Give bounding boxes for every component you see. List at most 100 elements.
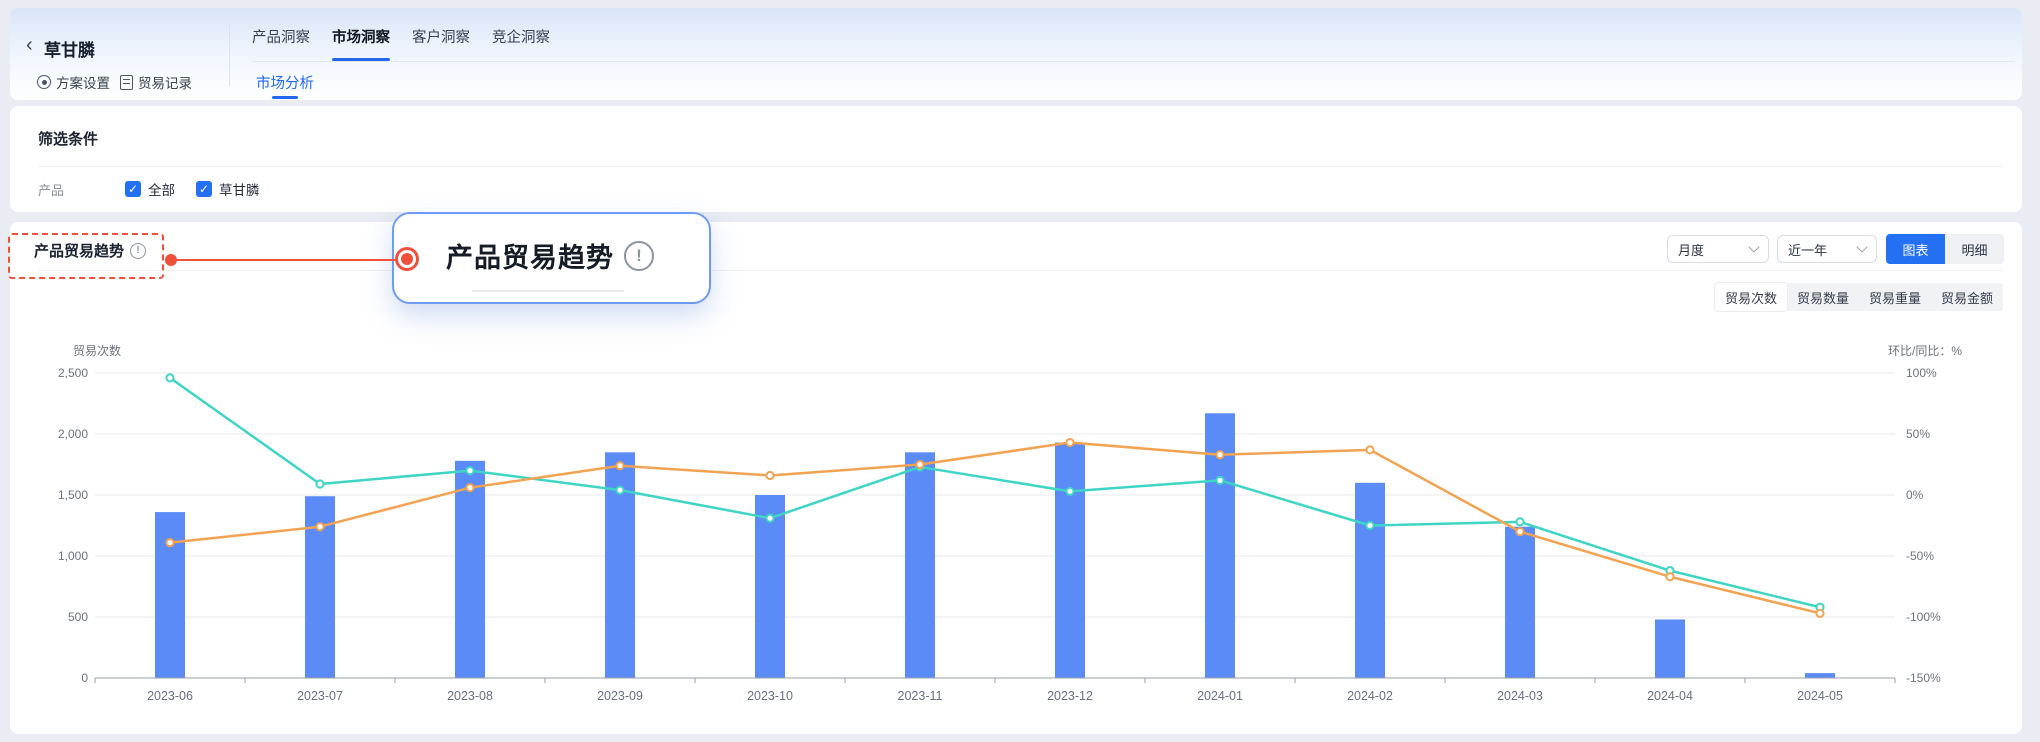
header-card: ‹ 草甘膦 方案设置 贸易记录 产品洞察市场洞察客户洞察竞企洞察 市场分析 (10, 8, 2022, 100)
line-orange-point[interactable] (1066, 439, 1073, 446)
back-icon[interactable]: ‹ (26, 34, 33, 57)
line-orange-point[interactable] (166, 539, 173, 546)
line-teal-point[interactable] (316, 480, 323, 487)
section-divider (38, 270, 2004, 271)
view-button-图表[interactable]: 图表 (1886, 234, 1945, 264)
tab-客户洞察[interactable]: 客户洞察 (412, 26, 470, 61)
right-axis-tick: 100% (1906, 366, 1937, 380)
top-tabs: 产品洞察市场洞察客户洞察竞企洞察 (252, 26, 550, 61)
x-axis-label: 2023-08 (447, 689, 493, 703)
header-action-label: 贸易记录 (138, 72, 192, 92)
metric-tabs: 贸易次数贸易数量贸易重量贸易金额 (1715, 283, 2003, 311)
period-select-value: 月度 (1678, 240, 1704, 259)
line-teal-point[interactable] (1216, 477, 1223, 484)
tab-market-analysis[interactable]: 市场分析 (256, 72, 314, 93)
left-axis-tick: 1,500 (58, 488, 88, 502)
line-teal-point[interactable] (1516, 518, 1523, 525)
tab-divider (252, 61, 2014, 62)
right-axis-title: 环比/同比：% (1888, 344, 1962, 358)
view-button-明细[interactable]: 明细 (1945, 234, 2004, 264)
line-orange-point[interactable] (916, 461, 923, 468)
target-icon (37, 75, 51, 89)
tab-市场洞察[interactable]: 市场洞察 (332, 26, 390, 61)
metric-tab-贸易数量[interactable]: 贸易数量 (1787, 283, 1859, 311)
header-action-贸易记录[interactable]: 贸易记录 (120, 72, 192, 92)
bar-2023-08[interactable] (455, 461, 485, 678)
x-axis-label: 2023-09 (597, 689, 643, 703)
page-title: 草甘膦 (44, 36, 95, 61)
line-orange-point[interactable] (466, 484, 473, 491)
bar-2024-05[interactable] (1805, 673, 1835, 678)
metric-tab-贸易重量[interactable]: 贸易重量 (1859, 283, 1931, 311)
left-axis-tick: 1,000 (58, 549, 88, 563)
document-icon (120, 75, 133, 90)
filter-card: 筛选条件 产品 ✓全部✓草甘膦 (10, 106, 2022, 212)
tab-产品洞察[interactable]: 产品洞察 (252, 26, 310, 61)
callout-info-icon: ! (624, 241, 654, 271)
line-orange-point[interactable] (316, 523, 323, 530)
line-orange-point[interactable] (766, 472, 773, 479)
range-select-value: 近一年 (1788, 240, 1827, 259)
bar-2024-03[interactable] (1505, 527, 1535, 678)
header-action-方案设置[interactable]: 方案设置 (37, 72, 110, 92)
filter-row: 产品 ✓全部✓草甘膦 (38, 179, 281, 199)
x-axis-label: 2023-12 (1047, 689, 1093, 703)
x-axis-label: 2024-02 (1347, 689, 1393, 703)
checkbox-label: 全部 (148, 179, 175, 199)
line-orange-point[interactable] (616, 462, 623, 469)
header-action-label: 方案设置 (56, 72, 110, 92)
line-teal-point[interactable] (466, 467, 473, 474)
right-axis-tick: 50% (1906, 427, 1930, 441)
x-axis-label: 2024-04 (1647, 689, 1693, 703)
metric-tab-贸易次数[interactable]: 贸易次数 (1715, 283, 1787, 311)
line-orange-point[interactable] (1216, 451, 1223, 458)
right-axis-tick: 0% (1906, 488, 1924, 502)
view-toggle: 图表明细 (1886, 234, 2004, 264)
line-orange-point[interactable] (1516, 528, 1523, 535)
x-axis-label: 2023-06 (147, 689, 193, 703)
x-axis-label: 2024-03 (1497, 689, 1543, 703)
line-teal-point[interactable] (1066, 488, 1073, 495)
annotation-dot (165, 254, 177, 266)
x-axis-label: 2023-07 (297, 689, 343, 703)
x-axis-label: 2024-01 (1197, 689, 1243, 703)
right-axis-tick: -50% (1906, 549, 1934, 563)
right-axis-tick: -150% (1906, 671, 1941, 685)
callout-title: 产品贸易趋势 (446, 236, 614, 275)
checkbox-草甘膦[interactable]: ✓草甘膦 (196, 179, 260, 199)
metric-tab-贸易金额[interactable]: 贸易金额 (1931, 283, 2003, 311)
line-orange-point[interactable] (1666, 573, 1673, 580)
page: ‹ 草甘膦 方案设置 贸易记录 产品洞察市场洞察客户洞察竞企洞察 市场分析 筛选条… (0, 0, 2040, 742)
line-teal[interactable] (170, 378, 1820, 607)
filter-options: ✓全部✓草甘膦 (125, 179, 281, 199)
bar-2023-12[interactable] (1055, 443, 1085, 678)
annotation-callout: 产品贸易趋势 ! (392, 212, 711, 304)
filter-field-label: 产品 (38, 180, 125, 199)
checkbox-check-icon: ✓ (196, 181, 212, 197)
bar-2024-04[interactable] (1655, 619, 1685, 678)
line-teal-point[interactable] (166, 374, 173, 381)
sub-tab-underline (272, 96, 298, 99)
filter-divider (38, 166, 2004, 167)
line-teal-point[interactable] (616, 487, 623, 494)
bar-2023-11[interactable] (905, 452, 935, 678)
bar-2024-02[interactable] (1355, 483, 1385, 678)
tab-竞企洞察[interactable]: 竞企洞察 (492, 26, 550, 61)
chevron-down-icon (1748, 241, 1759, 252)
left-axis-title: 贸易次数 (73, 343, 121, 358)
left-axis-tick: 500 (68, 610, 88, 624)
line-orange[interactable] (170, 443, 1820, 614)
callout-mini-divider (472, 290, 624, 292)
line-orange-point[interactable] (1366, 446, 1373, 453)
range-select[interactable]: 近一年 (1777, 235, 1877, 263)
filter-section-title: 筛选条件 (38, 128, 98, 149)
bar-2023-06[interactable] (155, 512, 185, 678)
checkbox-全部[interactable]: ✓全部 (125, 179, 175, 199)
trend-chart[interactable]: 贸易次数环比/同比：%0-150%500-100%1,000-50%1,5000… (10, 330, 2022, 725)
line-orange-point[interactable] (1816, 610, 1823, 617)
x-axis-label: 2023-11 (898, 689, 943, 703)
period-select[interactable]: 月度 (1667, 235, 1769, 263)
x-axis-label: 2023-10 (747, 689, 793, 703)
line-teal-point[interactable] (766, 515, 773, 522)
line-teal-point[interactable] (1366, 522, 1373, 529)
